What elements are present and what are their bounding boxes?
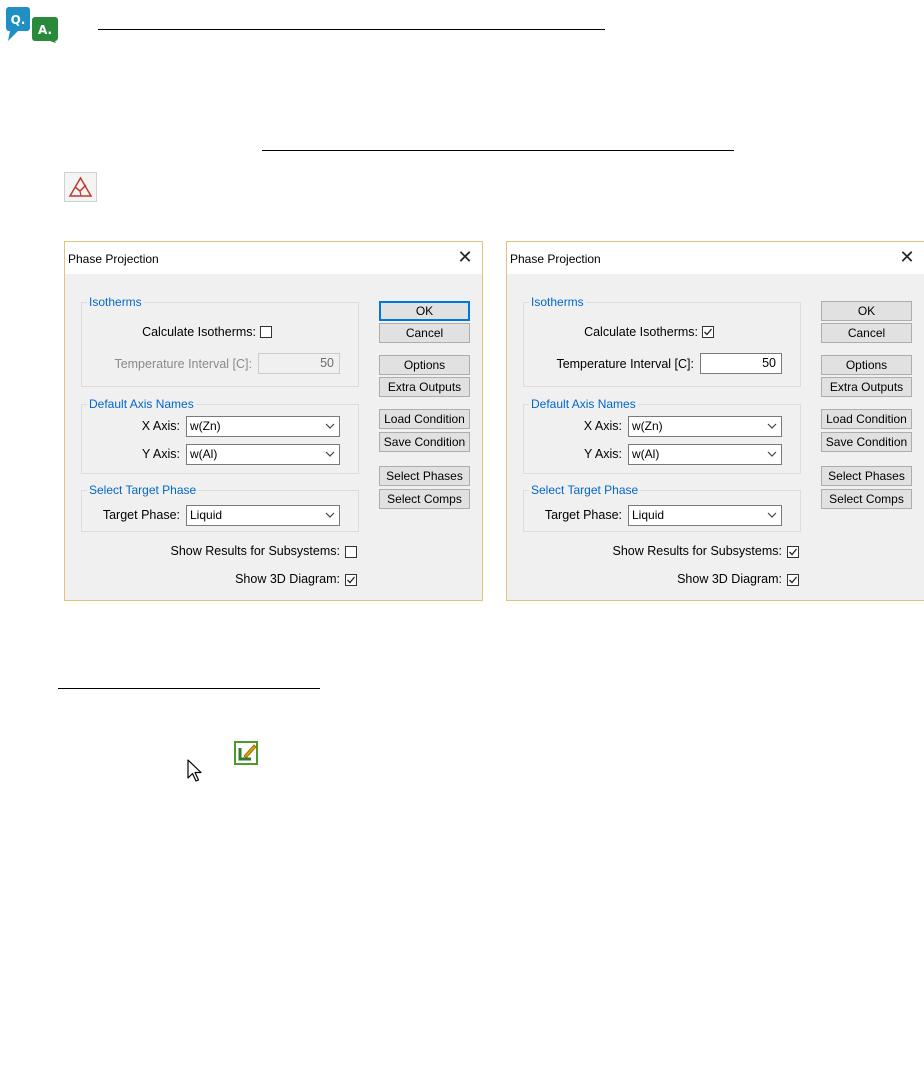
x-axis-label: X Axis: <box>141 419 180 433</box>
target-phase-select[interactable]: Liquid <box>628 505 782 526</box>
load-condition-button[interactable]: Load Condition <box>821 409 912 429</box>
y-axis-select[interactable]: w(Al) <box>186 444 340 465</box>
cursor-icon <box>186 758 204 784</box>
options-button[interactable]: Options <box>379 355 470 375</box>
ok-button[interactable]: OK <box>379 301 470 321</box>
select-comps-button[interactable]: Select Comps <box>821 489 912 509</box>
cancel-button[interactable]: Cancel <box>379 323 470 343</box>
chevron-down-icon <box>767 451 777 457</box>
target-phase-group-title: Select Target Phase <box>87 483 199 497</box>
chevron-down-icon <box>325 512 335 518</box>
checkmark-icon <box>347 576 356 584</box>
chevron-down-icon <box>325 451 335 457</box>
heading-rule <box>98 29 605 30</box>
ok-button[interactable]: OK <box>821 301 912 321</box>
chevron-down-icon <box>325 423 335 429</box>
phase-projection-dialog-2: Phase Projection ✕ Isotherms Calculate I… <box>506 241 924 601</box>
temperature-interval-label: Temperature Interval [C]: <box>114 357 252 371</box>
axis-names-group-title: Default Axis Names <box>529 397 638 411</box>
dialog-titlebar: Phase Projection ✕ <box>507 242 924 274</box>
calculate-isotherms-label: Calculate Isotherms: <box>584 325 698 339</box>
cancel-button[interactable]: Cancel <box>821 323 912 343</box>
save-condition-button[interactable]: Save Condition <box>821 432 912 452</box>
isotherms-group-title: Isotherms <box>87 295 144 309</box>
select-comps-button[interactable]: Select Comps <box>379 489 470 509</box>
save-condition-button[interactable]: Save Condition <box>379 432 470 452</box>
qa-q-letter: Q. <box>11 13 26 27</box>
show-3d-diagram-label: Show 3D Diagram: <box>235 572 340 586</box>
dialog-title: Phase Projection <box>510 252 601 266</box>
show-subsystems-label: Show Results for Subsystems: <box>612 544 782 558</box>
temperature-interval-label: Temperature Interval [C]: <box>556 357 694 371</box>
extra-outputs-button[interactable]: Extra Outputs <box>821 377 912 397</box>
x-axis-label: X Axis: <box>583 419 622 433</box>
section-rule <box>58 688 320 689</box>
x-axis-select[interactable]: w(Zn) <box>628 416 782 437</box>
temperature-interval-input[interactable]: 50 <box>258 353 340 374</box>
x-axis-select[interactable]: w(Zn) <box>186 416 340 437</box>
show-3d-diagram-checkbox[interactable] <box>345 574 357 586</box>
select-phases-button[interactable]: Select Phases <box>379 466 470 486</box>
checkmark-icon <box>789 576 798 584</box>
show-3d-diagram-label: Show 3D Diagram: <box>677 572 782 586</box>
show-subsystems-label: Show Results for Subsystems: <box>170 544 340 558</box>
qa-icon: Q. A. <box>4 5 60 43</box>
target-phase-label: Target Phase: <box>102 508 180 522</box>
close-icon[interactable]: ✕ <box>454 246 476 268</box>
phase-projection-dialog-1: Phase Projection ✕ Isotherms Calculate I… <box>64 241 483 601</box>
target-phase-label: Target Phase: <box>544 508 622 522</box>
y-axis-label: Y Axis: <box>142 447 180 461</box>
y-axis-label: Y Axis: <box>584 447 622 461</box>
show-subsystems-checkbox[interactable] <box>787 546 799 558</box>
dialog-title: Phase Projection <box>68 252 159 266</box>
target-phase-value: Liquid <box>632 508 665 522</box>
x-axis-value: w(Zn) <box>632 419 663 433</box>
checkmark-icon <box>789 548 798 556</box>
show-3d-diagram-checkbox[interactable] <box>787 574 799 586</box>
chevron-down-icon <box>767 512 777 518</box>
edit-icon <box>233 740 261 766</box>
select-phases-button[interactable]: Select Phases <box>821 466 912 486</box>
calculate-isotherms-checkbox[interactable] <box>702 326 714 338</box>
y-axis-select[interactable]: w(Al) <box>628 444 782 465</box>
y-axis-value: w(Al) <box>632 447 660 461</box>
close-icon[interactable]: ✕ <box>896 246 918 268</box>
extra-outputs-button[interactable]: Extra Outputs <box>379 377 470 397</box>
temperature-interval-input[interactable]: 50 <box>700 353 782 374</box>
checkmark-icon <box>704 328 713 336</box>
qa-a-letter: A. <box>38 23 52 37</box>
load-condition-button[interactable]: Load Condition <box>379 409 470 429</box>
target-phase-value: Liquid <box>190 508 223 522</box>
target-phase-select[interactable]: Liquid <box>186 505 340 526</box>
isotherms-group <box>523 302 801 387</box>
chevron-down-icon <box>767 423 777 429</box>
show-subsystems-checkbox[interactable] <box>345 546 357 558</box>
options-button[interactable]: Options <box>821 355 912 375</box>
calculate-isotherms-checkbox[interactable] <box>260 326 272 338</box>
y-axis-value: w(Al) <box>190 447 218 461</box>
phase-projection-icon <box>64 172 97 202</box>
target-phase-group-title: Select Target Phase <box>529 483 641 497</box>
isotherms-group <box>81 302 359 387</box>
isotherms-group-title: Isotherms <box>529 295 586 309</box>
caption-rule <box>262 150 734 151</box>
dialog-titlebar: Phase Projection ✕ <box>65 242 482 274</box>
axis-names-group-title: Default Axis Names <box>87 397 196 411</box>
x-axis-value: w(Zn) <box>190 419 221 433</box>
calculate-isotherms-label: Calculate Isotherms: <box>142 325 256 339</box>
